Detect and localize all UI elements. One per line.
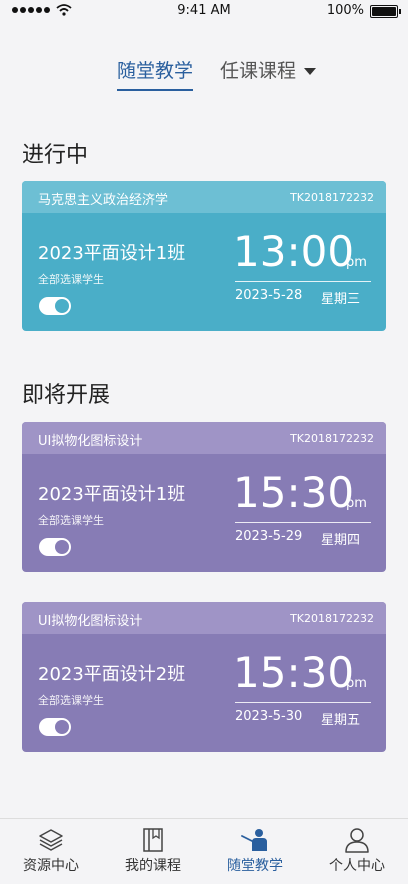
divider [235,702,371,703]
student-scope-toggle[interactable] [39,538,71,556]
student-scope-toggle[interactable] [39,718,71,736]
tab-assigned-courses[interactable]: 任课课程 [220,56,317,83]
nav-label: 资源中心 [23,858,79,874]
book-icon [143,828,163,852]
card-body: 2023平面设计1班 全部选课学生 13:00 pm 2023-5-28 星期三 [22,213,386,331]
divider [235,281,371,282]
card-header: UI拟物化图标设计 TK2018172232 [22,422,386,454]
status-bar: 9:41 AM 100% [0,0,408,22]
class-time: 13:00 [233,227,355,276]
nav-item-personal-center[interactable]: 个人中心 [306,819,408,884]
student-scope-toggle[interactable] [39,297,71,315]
divider [235,522,371,523]
course-code: TK2018172232 [290,432,374,445]
course-card[interactable]: UI拟物化图标设计 TK2018172232 2023平面设计1班 全部选课学生… [22,422,386,572]
battery-icon [370,5,401,18]
toggle-knob [55,540,69,554]
layers-icon [39,829,63,851]
nav-label: 我的课程 [125,858,181,874]
class-time: 15:30 [233,648,355,697]
time-period: pm [346,255,367,270]
nav-item-resource-center[interactable]: 资源中心 [0,819,102,884]
class-time: 15:30 [233,468,355,517]
course-name: 马克思主义政治经济学 [38,193,169,208]
time-period: pm [346,676,367,691]
user-icon [345,828,369,853]
time-period: pm [346,496,367,511]
class-weekday: 星期三 [321,292,361,307]
course-card[interactable]: 马克思主义政治经济学 TK2018172232 2023平面设计1班 全部选课学… [22,181,386,331]
course-name: UI拟物化图标设计 [38,434,143,449]
class-date: 2023-5-30 [235,709,303,724]
course-card[interactable]: UI拟物化图标设计 TK2018172232 2023平面设计2班 全部选课学生… [22,602,386,752]
nav-label: 个人中心 [329,858,385,874]
student-scope-label: 全部选课学生 [38,273,104,286]
course-code: TK2018172232 [290,191,374,204]
nav-label: 随堂教学 [227,858,283,874]
nav-item-my-courses[interactable]: 我的课程 [102,819,204,884]
student-scope-label: 全部选课学生 [38,694,104,707]
teacher-icon [241,829,267,851]
nav-item-in-class-teaching[interactable]: 随堂教学 [204,819,306,884]
bottom-nav: 资源中心 我的课程 随堂教学 个人中心 [0,818,408,884]
tab-assigned-courses-label: 任课课程 [220,60,297,82]
class-name: 2023平面设计1班 [38,484,186,505]
section-title-ongoing: 进行中 [22,143,89,168]
card-body: 2023平面设计1班 全部选课学生 15:30 pm 2023-5-29 星期四 [22,454,386,572]
class-weekday: 星期四 [321,533,361,548]
class-name: 2023平面设计2班 [38,664,186,685]
class-date: 2023-5-28 [235,288,303,303]
section-title-upcoming: 即将开展 [22,383,111,408]
toggle-knob [55,299,69,313]
course-name: UI拟物化图标设计 [38,614,143,629]
toggle-knob [55,720,69,734]
class-date: 2023-5-29 [235,529,303,544]
tab-in-class-teaching[interactable]: 随堂教学 [117,56,194,91]
class-weekday: 星期五 [321,713,361,728]
battery-percent: 100% [326,3,364,18]
card-header: 马克思主义政治经济学 TK2018172232 [22,181,386,213]
card-body: 2023平面设计2班 全部选课学生 15:30 pm 2023-5-30 星期五 [22,634,386,752]
card-header: UI拟物化图标设计 TK2018172232 [22,602,386,634]
caret-down-icon [304,68,317,75]
student-scope-label: 全部选课学生 [38,514,104,527]
course-code: TK2018172232 [290,612,374,625]
top-tabs: 随堂教学 任课课程 [0,56,408,96]
class-name: 2023平面设计1班 [38,243,186,264]
